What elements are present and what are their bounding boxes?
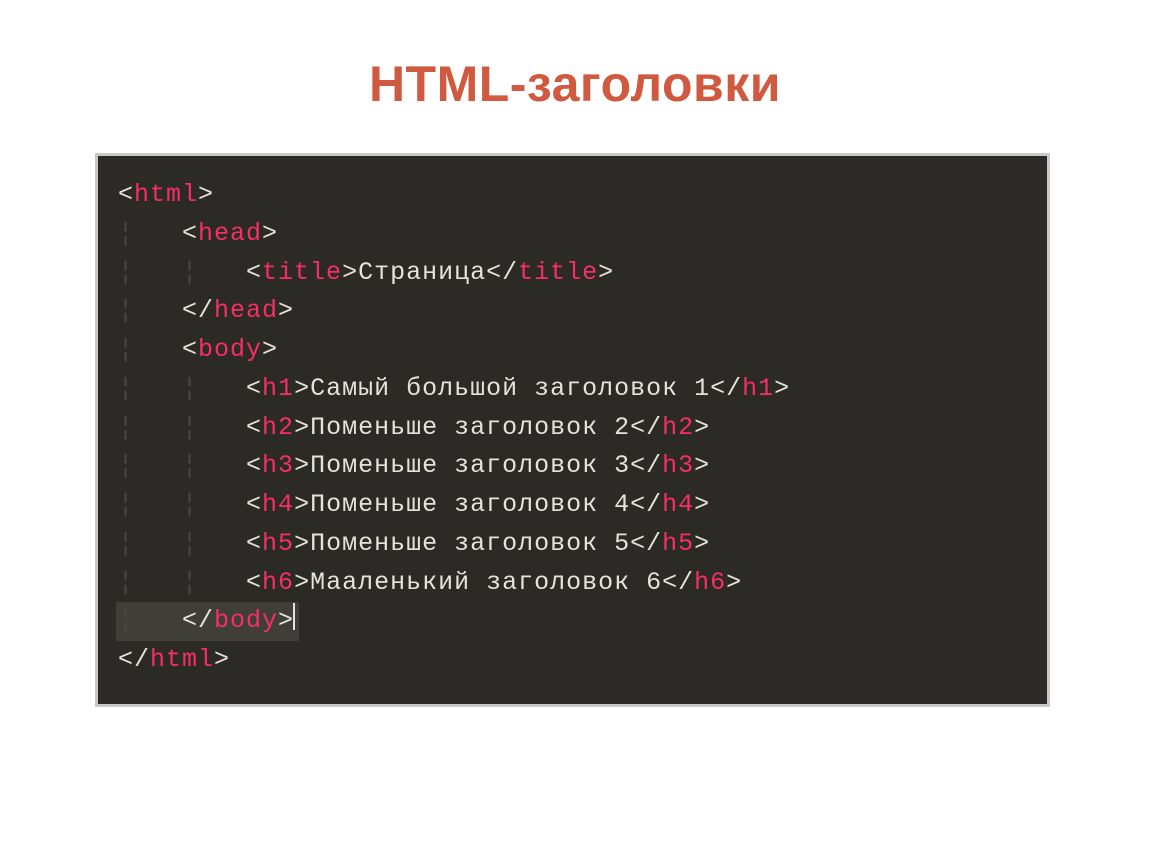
- code-line-h3: ¦ ¦ <h3>Поменьше заголовок 3</h3>: [118, 447, 1027, 486]
- code-line-head-open: ¦ <head>: [118, 215, 1027, 254]
- code-line-html-open: <html>: [118, 176, 1027, 215]
- slide-title: HTML-заголовки: [0, 55, 1150, 113]
- code-block: <html> ¦ <head> ¦ ¦ <title>Страница</tit…: [95, 153, 1050, 707]
- code-line-html-close: </html>: [118, 641, 1027, 680]
- slide: HTML-заголовки <html> ¦ <head> ¦ ¦ <titl…: [0, 0, 1150, 864]
- code-line-h5: ¦ ¦ <h5>Поменьше заголовок 5</h5>: [118, 525, 1027, 564]
- code-line-head-close: ¦ </head>: [118, 292, 1027, 331]
- code-line-h2: ¦ ¦ <h2>Поменьше заголовок 2</h2>: [118, 409, 1027, 448]
- code-line-h1: ¦ ¦ <h1>Самый большой заголовок 1</h1>: [118, 370, 1027, 409]
- code-line-h4: ¦ ¦ <h4>Поменьше заголовок 4</h4>: [118, 486, 1027, 525]
- text-cursor: [293, 603, 295, 631]
- code-line-body-open: ¦ <body>: [118, 331, 1027, 370]
- code-line-title: ¦ ¦ <title>Страница</title>: [118, 254, 1027, 293]
- code-line-h6: ¦ ¦ <h6>Мааленький заголовок 6</h6>: [118, 564, 1027, 603]
- code-line-body-close: ¦ </body>: [118, 602, 1027, 641]
